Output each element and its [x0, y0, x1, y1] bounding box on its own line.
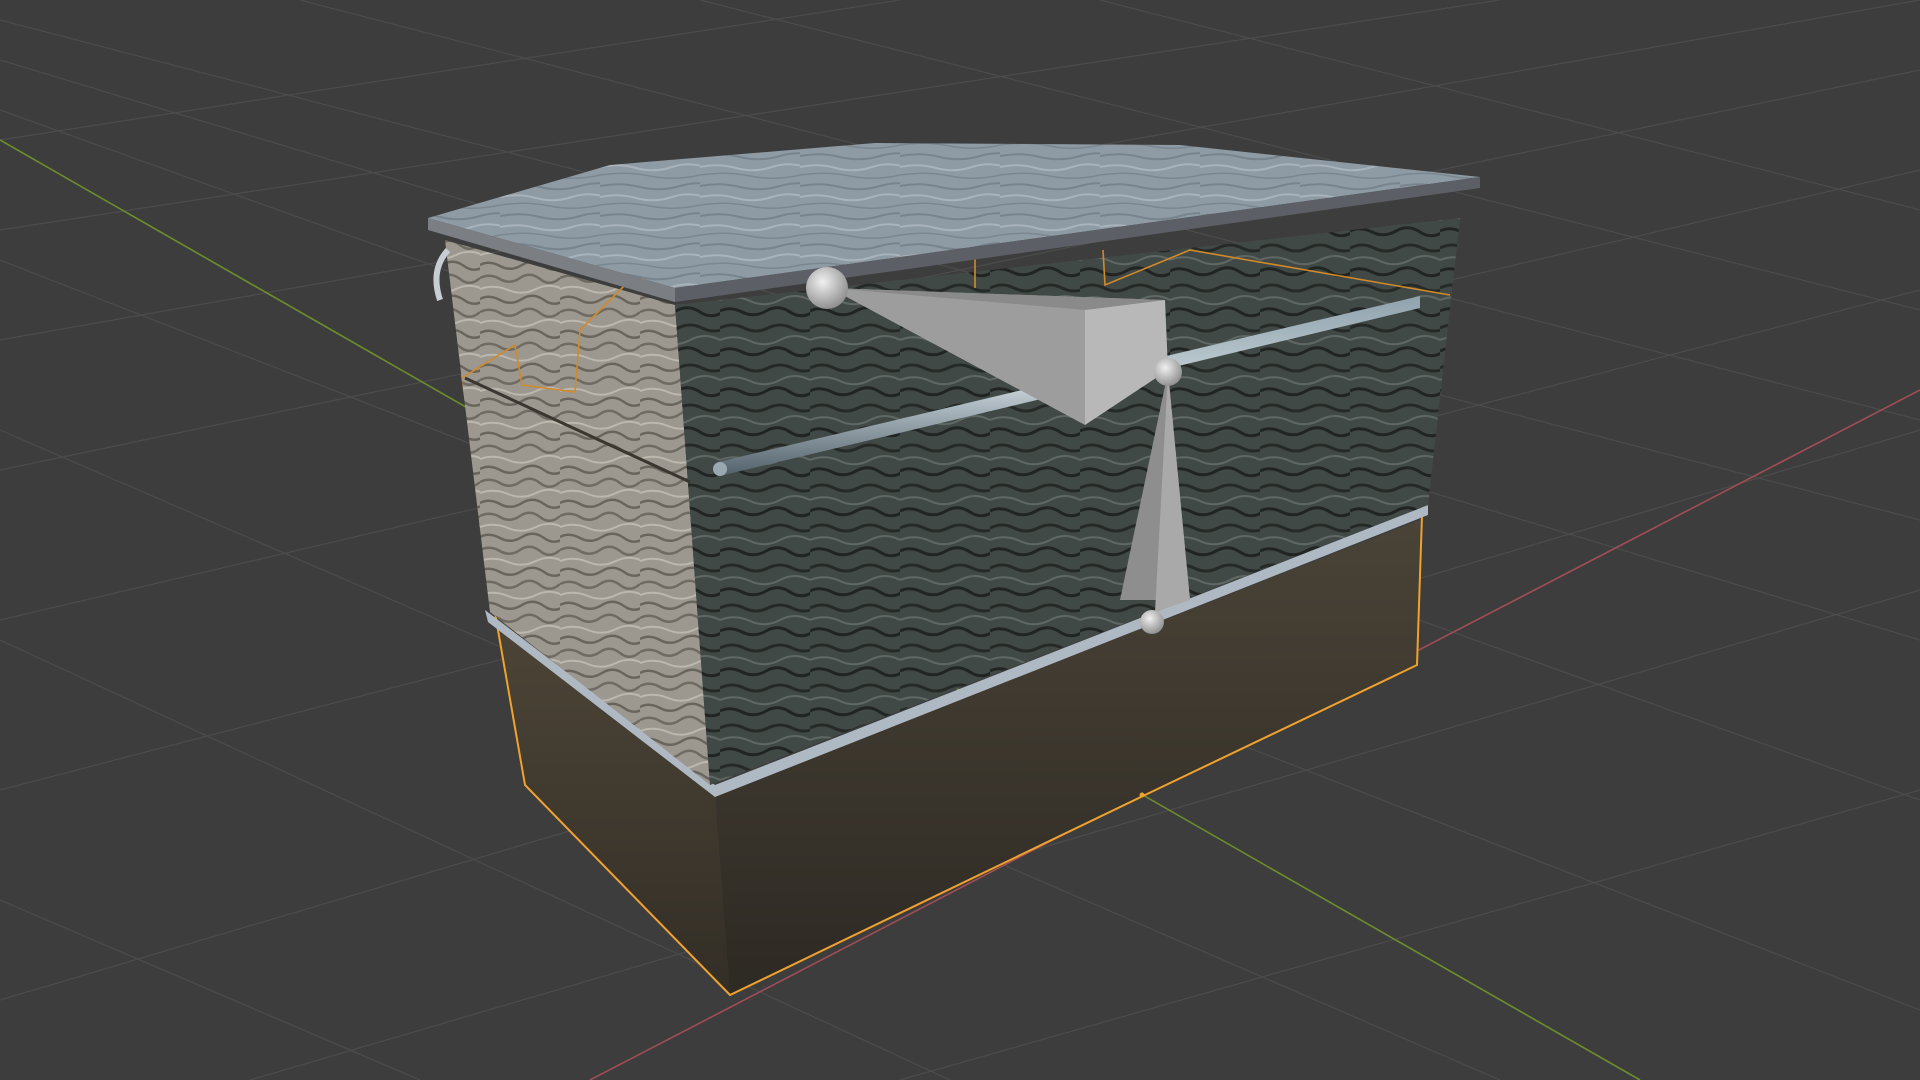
- bone-joint-mid[interactable]: [1154, 358, 1182, 386]
- 3d-viewport[interactable]: [0, 0, 1920, 1080]
- viewport-canvas[interactable]: [0, 0, 1920, 1080]
- side-handle: [433, 247, 451, 301]
- object-origin: [1139, 792, 1145, 798]
- bone-joint-head[interactable]: [806, 267, 848, 309]
- bone-joint-tail[interactable]: [1140, 610, 1164, 634]
